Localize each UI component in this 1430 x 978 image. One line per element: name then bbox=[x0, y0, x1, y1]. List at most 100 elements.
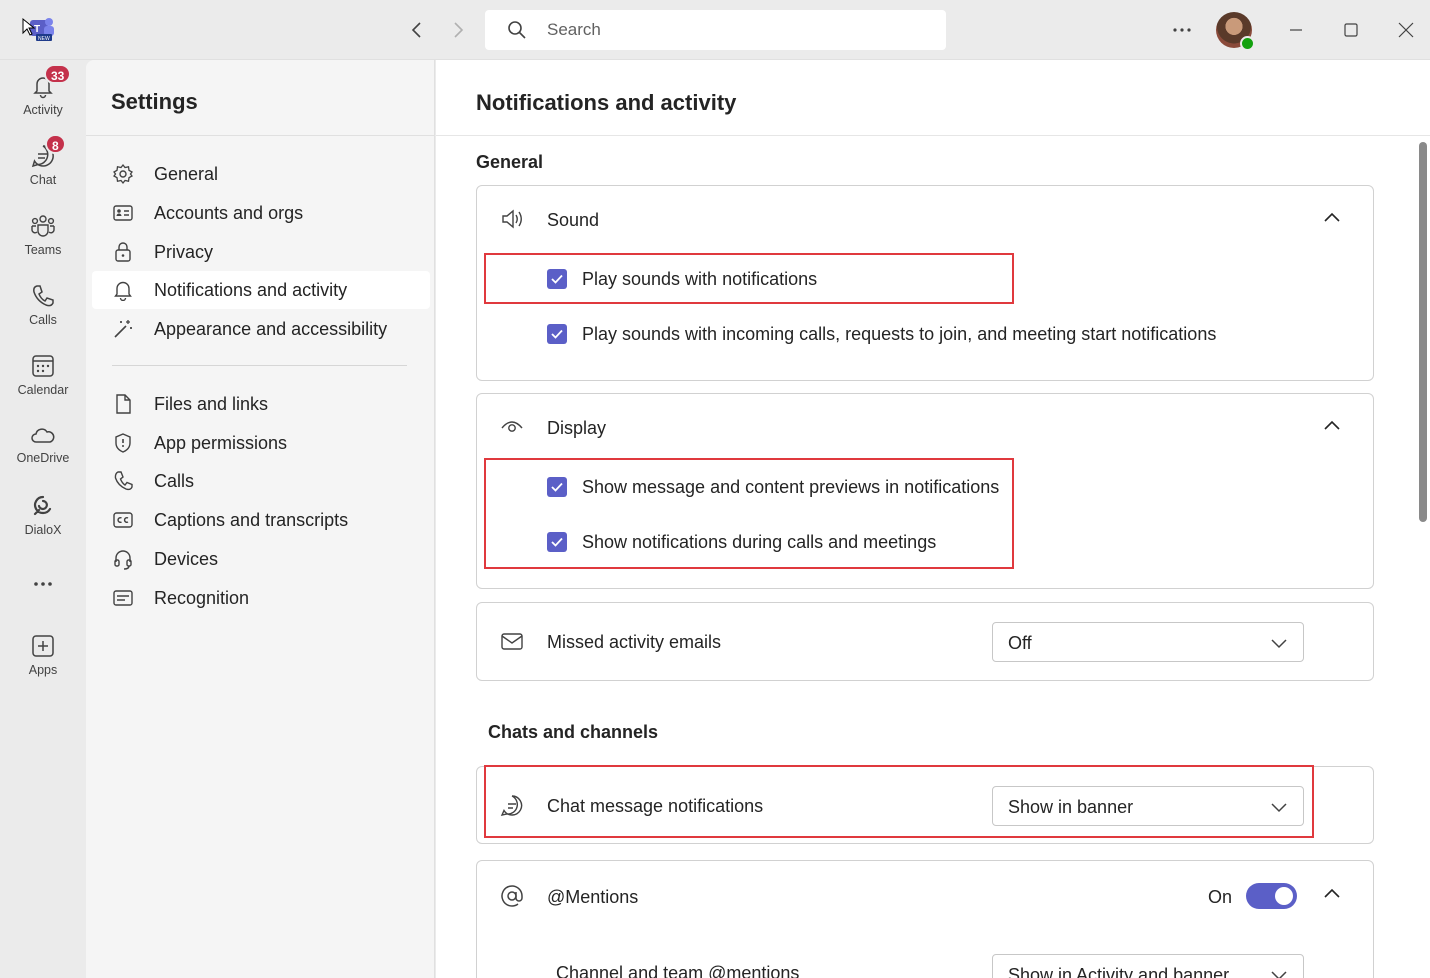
title-bar: T NEW bbox=[0, 0, 1430, 60]
avatar[interactable] bbox=[1216, 12, 1255, 51]
checkbox[interactable] bbox=[547, 324, 567, 344]
forward-arrow-icon[interactable] bbox=[446, 18, 470, 42]
card-title: Display bbox=[547, 418, 607, 438]
section-heading-chats: Chats and channels bbox=[488, 722, 659, 742]
shield-icon bbox=[112, 432, 134, 454]
teams-logo-icon: T NEW bbox=[22, 16, 56, 42]
settings-item-label: Calls bbox=[154, 471, 195, 491]
document-icon bbox=[112, 393, 134, 415]
more-options-icon[interactable] bbox=[1170, 18, 1194, 42]
add-app-icon bbox=[29, 632, 57, 660]
checkbox[interactable] bbox=[547, 477, 567, 497]
chevron-down-icon bbox=[1269, 965, 1289, 978]
chat-notifications-card: Chat message notifications Show in banne… bbox=[476, 766, 1374, 844]
rail-item-dialox[interactable]: DialoX bbox=[0, 492, 86, 554]
close-icon[interactable] bbox=[1394, 18, 1418, 42]
checkbox-label: Show notifications during calls and meet… bbox=[582, 532, 937, 552]
settings-item-recognition[interactable]: Recognition bbox=[92, 579, 430, 617]
settings-item-calls[interactable]: Calls bbox=[92, 462, 430, 500]
card-title: Sound bbox=[547, 210, 600, 230]
presence-available-icon bbox=[1240, 36, 1255, 51]
settings-item-app-permissions[interactable]: App permissions bbox=[92, 424, 430, 462]
channel-mentions-dropdown[interactable]: Show in Activity and banner bbox=[992, 954, 1304, 978]
settings-item-appearance[interactable]: Appearance and accessibility bbox=[92, 310, 430, 348]
checkbox[interactable] bbox=[547, 269, 567, 289]
cloud-icon bbox=[29, 422, 57, 450]
search-box[interactable] bbox=[485, 10, 946, 50]
minimize-icon[interactable] bbox=[1284, 18, 1308, 42]
dropdown-value: Show in Activity and banner bbox=[1008, 965, 1230, 978]
search-input[interactable] bbox=[547, 18, 927, 42]
rail-item-chat[interactable]: 8 Chat bbox=[0, 134, 86, 204]
card-title: Chat message notifications bbox=[547, 796, 764, 816]
eye-icon bbox=[499, 414, 525, 440]
card-title: @Mentions bbox=[547, 887, 639, 907]
missed-activity-dropdown[interactable]: Off bbox=[992, 622, 1304, 662]
settings-item-label: Accounts and orgs bbox=[154, 203, 304, 223]
checkbox-label: Play sounds with incoming calls, request… bbox=[582, 324, 1217, 344]
mentions-toggle[interactable] bbox=[1246, 883, 1297, 909]
chevron-up-icon[interactable] bbox=[1321, 415, 1343, 437]
display-card: Display Show message and content preview… bbox=[476, 393, 1374, 589]
rail-label: Chat bbox=[29, 173, 57, 187]
chevron-up-icon[interactable] bbox=[1321, 883, 1343, 905]
settings-item-captions[interactable]: Captions and transcripts bbox=[92, 501, 430, 539]
at-sign-icon bbox=[499, 883, 525, 909]
rail-item-onedrive[interactable]: OneDrive bbox=[0, 422, 86, 484]
rail-item-activity[interactable]: 33 Activity bbox=[0, 64, 86, 134]
recognition-icon bbox=[112, 587, 134, 609]
headset-icon bbox=[112, 548, 134, 570]
chat-notifications-dropdown[interactable]: Show in banner bbox=[992, 786, 1304, 826]
rail-label: Teams bbox=[24, 243, 62, 257]
gear-icon bbox=[112, 163, 134, 185]
rail-item-teams[interactable]: Teams bbox=[0, 212, 86, 274]
bell-icon bbox=[112, 279, 134, 301]
settings-item-label: Files and links bbox=[154, 394, 269, 414]
rail-label: DialoX bbox=[24, 523, 62, 537]
phone-icon bbox=[29, 282, 57, 310]
settings-item-general[interactable]: General bbox=[92, 155, 430, 193]
settings-item-label: Privacy bbox=[154, 242, 214, 262]
activity-badge: 33 bbox=[44, 64, 72, 84]
closed-caption-icon bbox=[112, 509, 134, 531]
toggle-label: On bbox=[1208, 887, 1233, 907]
rail-label: OneDrive bbox=[16, 451, 70, 465]
scrollbar[interactable] bbox=[1419, 142, 1427, 522]
rail-label: Apps bbox=[28, 663, 58, 677]
settings-item-label: Appearance and accessibility bbox=[154, 319, 388, 339]
missed-activity-card: Missed activity emails Off bbox=[476, 602, 1374, 681]
settings-item-files[interactable]: Files and links bbox=[92, 385, 430, 423]
divider bbox=[112, 365, 407, 366]
settings-item-notifications[interactable]: Notifications and activity bbox=[92, 271, 430, 309]
rail-item-apps[interactable]: Apps bbox=[0, 632, 86, 694]
settings-item-label: Recognition bbox=[154, 588, 250, 608]
chat-badge: 8 bbox=[45, 134, 66, 154]
rail-item-calendar[interactable]: Calendar bbox=[0, 352, 86, 414]
chevron-down-icon bbox=[1269, 633, 1289, 653]
toggle-knob bbox=[1275, 887, 1293, 905]
calendar-icon bbox=[29, 352, 57, 380]
speaker-icon bbox=[499, 206, 525, 232]
lock-icon bbox=[112, 241, 134, 263]
settings-item-accounts[interactable]: Accounts and orgs bbox=[92, 194, 430, 232]
mentions-card: @Mentions On Channel and team @mentions … bbox=[476, 860, 1374, 978]
more-apps-button[interactable] bbox=[0, 572, 86, 600]
settings-item-label: General bbox=[154, 164, 219, 184]
rail-item-calls[interactable]: Calls bbox=[0, 282, 86, 344]
settings-item-devices[interactable]: Devices bbox=[92, 540, 430, 578]
main-content: Notifications and activity General Sound… bbox=[436, 60, 1430, 978]
settings-item-label: Captions and transcripts bbox=[154, 510, 349, 530]
back-arrow-icon[interactable] bbox=[405, 18, 429, 42]
rail-label: Activity bbox=[23, 103, 63, 117]
settings-item-privacy[interactable]: Privacy bbox=[92, 233, 430, 271]
magic-wand-icon bbox=[112, 318, 134, 340]
sound-card: Sound Play sounds with notifications Pla… bbox=[476, 185, 1374, 381]
chevron-up-icon[interactable] bbox=[1321, 207, 1343, 229]
checkbox[interactable] bbox=[547, 532, 567, 552]
maximize-icon[interactable] bbox=[1339, 18, 1363, 42]
search-icon bbox=[507, 20, 527, 40]
mail-icon bbox=[499, 629, 525, 655]
app-rail: 33 Activity 8 Chat Teams Calls Calendar … bbox=[0, 60, 86, 978]
dropdown-value: Off bbox=[1008, 633, 1032, 653]
dropdown-value: Show in banner bbox=[1008, 797, 1134, 817]
